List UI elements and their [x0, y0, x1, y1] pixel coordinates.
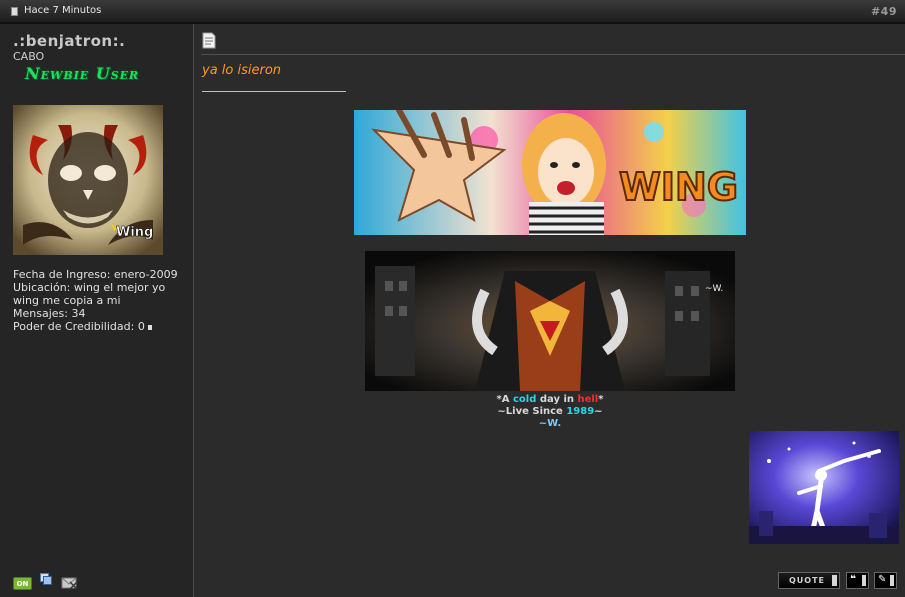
post-message: ya lo isieron	[202, 63, 282, 78]
user-location: Ubicación: wing el mejor yo wing me copi…	[13, 281, 166, 307]
post-header-bar: Hace 7 Minutos #49	[0, 0, 905, 24]
join-date: Fecha de Ingreso: enero-2009	[13, 268, 178, 281]
signature-line-2: ~Live Since 1989~	[497, 406, 603, 417]
post-body: ya lo isieron WING ~W. *A cold day in he…	[195, 24, 905, 597]
signature-line-1: *A cold day in hell*	[496, 394, 604, 405]
signature-banner-wing: WING	[354, 110, 746, 235]
credibility-text: Poder de Credibilidad: 0	[13, 320, 145, 333]
username-link[interactable]: .:benjatron:.	[13, 32, 125, 50]
private-message-icon[interactable]	[40, 573, 52, 585]
avatar-wing-logo: Wing	[116, 225, 153, 240]
post-divider	[201, 54, 905, 55]
post-image-concert[interactable]	[749, 431, 899, 544]
user-avatar: Wing	[13, 105, 163, 255]
quick-reply-button[interactable]: ✎	[874, 572, 897, 589]
quick-reply-icon: ✎	[878, 574, 887, 585]
user-sidebar: .:benjatron:. CABO Newbie User Wing Fech…	[0, 24, 194, 597]
post-time: Hace 7 Minutos	[24, 5, 102, 16]
email-icon[interactable]	[61, 575, 78, 590]
quote-button[interactable]: QUOTE	[778, 572, 840, 589]
credibility-arrow-icon[interactable]	[147, 324, 152, 330]
multi-quote-button[interactable]: ❝	[846, 572, 869, 589]
post-document-icon	[202, 32, 216, 49]
signature-text: *A cold day in hell* ~Live Since 1989~ ~…	[355, 394, 745, 430]
signature-divider	[202, 91, 346, 92]
user-info: Fecha de Ingreso: enero-2009 Ubicación: …	[13, 268, 191, 333]
signature-line-3: ~W.	[538, 418, 562, 429]
document-icon	[11, 7, 18, 16]
banner-w-tag: ~W.	[705, 284, 723, 294]
signature-banner-superman: ~W.	[365, 251, 735, 391]
multi-quote-icon: ❝	[850, 574, 856, 585]
credibility-row: Poder de Credibilidad: 0	[13, 320, 191, 333]
banner-wing-text: WING	[619, 165, 738, 209]
post-number-link[interactable]: #49	[871, 5, 897, 18]
post-count: Mensajes: 34	[13, 307, 86, 320]
user-rank: CABO	[13, 50, 45, 63]
online-status-badge: ON	[13, 577, 32, 590]
rank-badge-image: Newbie User	[25, 64, 140, 83]
